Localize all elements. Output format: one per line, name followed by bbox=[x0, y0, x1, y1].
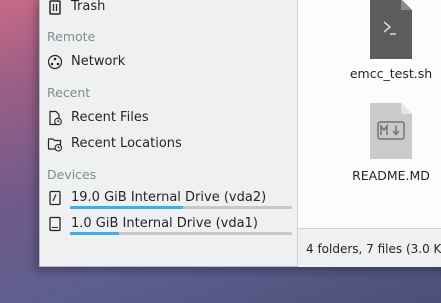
places-sidebar: Trash Remote Network Recent Recent Files… bbox=[40, 0, 298, 266]
status-bar: 4 folders, 7 files (3.0 Ki bbox=[298, 228, 441, 267]
drive-capacity-bar bbox=[70, 206, 292, 209]
trash-icon bbox=[47, 0, 63, 15]
file-manager-window: Trash Remote Network Recent Recent Files… bbox=[39, 0, 441, 267]
network-icon bbox=[47, 54, 63, 70]
section-header-remote: Remote bbox=[47, 29, 96, 44]
markdown-file-icon bbox=[369, 102, 413, 164]
sidebar-item-label: 19.0 GiB Internal Drive (vda2) bbox=[71, 190, 267, 205]
sidebar-item-label: Recent Files bbox=[71, 110, 149, 125]
status-text: 4 folders, 7 files (3.0 Ki bbox=[306, 242, 441, 256]
sidebar-item-label: Recent Locations bbox=[71, 136, 182, 151]
section-header-devices: Devices bbox=[47, 167, 97, 182]
sidebar-item-network[interactable]: Network bbox=[40, 50, 297, 74]
drive-capacity-bar bbox=[70, 232, 292, 235]
sidebar-item-label: Network bbox=[71, 54, 126, 69]
recent-locations-icon bbox=[47, 136, 63, 152]
sidebar-item-trash[interactable]: Trash bbox=[40, 0, 297, 19]
sidebar-item-recent-files[interactable]: Recent Files bbox=[40, 106, 297, 130]
file-name: emcc_test.sh bbox=[349, 66, 433, 81]
capacity-fill bbox=[70, 206, 184, 209]
drive-icon bbox=[47, 216, 63, 232]
sidebar-item-label: Trash bbox=[71, 0, 106, 14]
file-item-emcc-test[interactable]: emcc_test.sh bbox=[336, 0, 441, 90]
file-name: README.MD bbox=[352, 168, 430, 183]
capacity-fill bbox=[70, 232, 119, 235]
sidebar-item-recent-locations[interactable]: Recent Locations bbox=[40, 132, 297, 156]
file-view[interactable]: emcc_test.sh README.MD bbox=[298, 0, 441, 228]
drive-icon bbox=[47, 190, 63, 206]
shell-script-icon bbox=[369, 0, 413, 64]
recent-files-icon bbox=[47, 110, 63, 126]
file-item-readme[interactable]: README.MD bbox=[336, 100, 441, 190]
sidebar-item-label: 1.0 GiB Internal Drive (vda1) bbox=[71, 216, 258, 231]
section-header-recent: Recent bbox=[47, 85, 91, 100]
